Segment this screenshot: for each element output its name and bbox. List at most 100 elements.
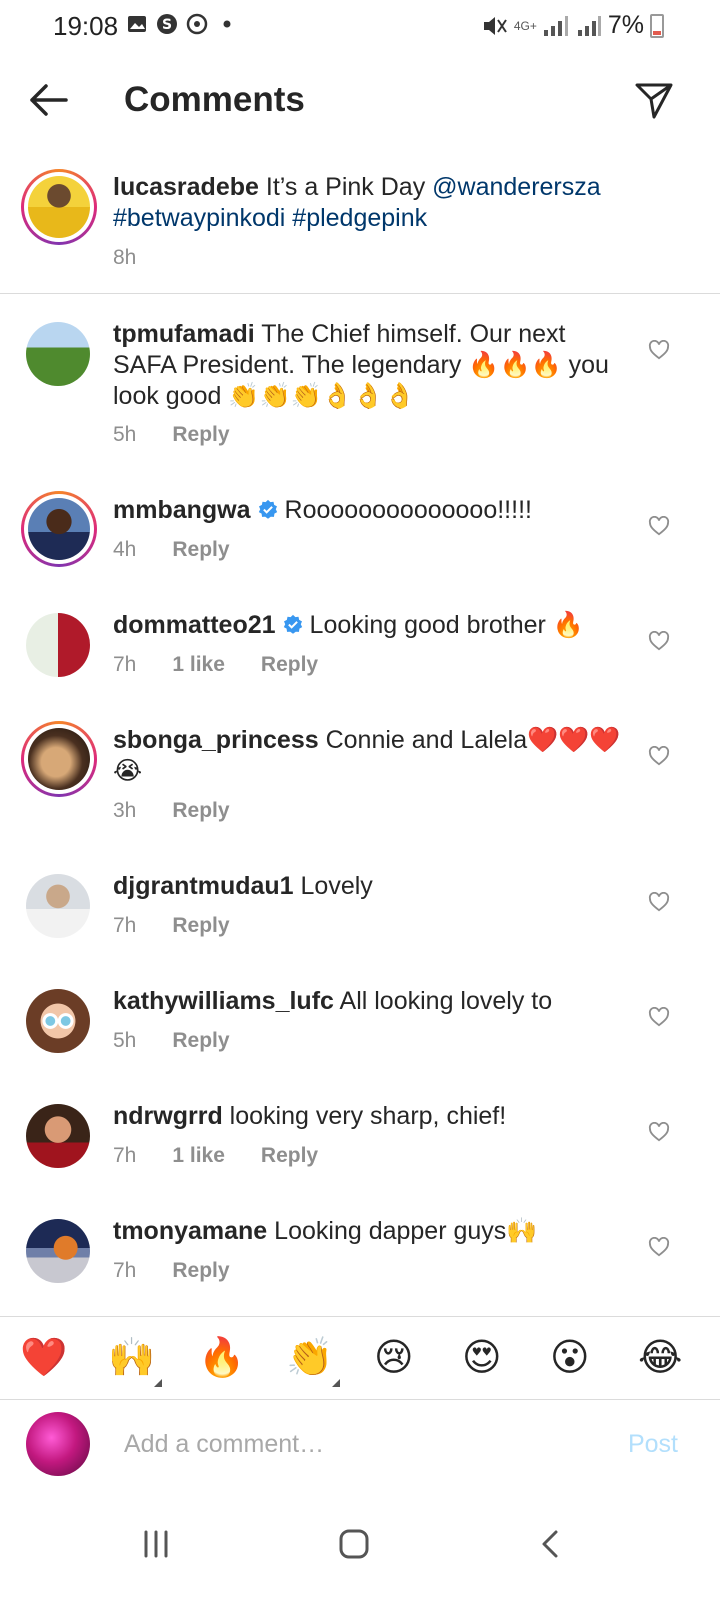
send-icon[interactable] — [634, 80, 674, 120]
comment-body: Lovely — [300, 872, 373, 900]
svg-text:S: S — [162, 17, 172, 33]
comment-avatar[interactable] — [21, 721, 97, 797]
comment-meta: 7h Reply — [113, 914, 230, 938]
like-heart-icon[interactable] — [648, 340, 670, 360]
like-heart-icon[interactable] — [648, 631, 670, 651]
reply-button[interactable]: Reply — [172, 423, 229, 447]
emoji-clap-button[interactable]: 👏 — [286, 1335, 333, 1381]
emoji-laugh-button[interactable]: 😂 — [638, 1335, 682, 1381]
comment-time: 5h — [113, 1029, 137, 1052]
comment-text: dommatteo21 Looking good brother 🔥 — [113, 610, 633, 641]
comment-time: 7h — [113, 914, 137, 937]
comment-item: mmbangwa Roooooooooooooo!!!!! 4h Reply — [0, 491, 720, 584]
comment-username[interactable]: djgrantmudau1 — [113, 872, 294, 900]
comment-meta: 7h 1 like Reply — [113, 1144, 318, 1168]
network-type: 4G+ — [513, 18, 537, 33]
comment-text: ndrwgrrd looking very sharp, chief! — [113, 1101, 633, 1132]
reply-button[interactable]: Reply — [172, 1259, 229, 1283]
emoji-heart-eyes-button[interactable]: 😍 — [462, 1335, 502, 1381]
like-heart-icon[interactable] — [648, 1007, 670, 1027]
caption-hashtags[interactable]: #betwaypinkodi #pledgepink — [113, 204, 427, 232]
dot-icon — [223, 20, 231, 28]
likes-count[interactable]: 1 like — [172, 653, 225, 677]
comment-username[interactable]: mmbangwa — [113, 496, 251, 524]
battery-percent: 7% — [607, 11, 644, 39]
status-bar: 19:08 S 4G+ 7% — [0, 0, 720, 56]
comment-body: All looking lovely to — [339, 987, 553, 1015]
emoji-raised-hands-button[interactable]: 🙌 — [108, 1335, 155, 1381]
comment-text: sbonga_princess Connie and Lalela❤️❤️❤️😭 — [113, 725, 633, 787]
comment-text: kathywilliams_lufc All looking lovely to — [113, 986, 633, 1017]
recent-apps-icon[interactable] — [136, 1524, 176, 1564]
s-app-icon: S — [157, 14, 177, 34]
home-icon[interactable] — [334, 1524, 374, 1564]
comment-avatar[interactable] — [26, 1104, 90, 1168]
comment-time: 7h — [113, 1144, 137, 1167]
comment-avatar[interactable] — [26, 613, 90, 677]
reply-button[interactable]: Reply — [172, 538, 229, 562]
comment-input[interactable] — [124, 1422, 594, 1466]
mute-icon — [483, 16, 507, 35]
comment-username[interactable]: sbonga_princess — [113, 726, 319, 754]
reply-button[interactable]: Reply — [261, 1144, 318, 1168]
post-button[interactable]: Post — [628, 1430, 678, 1459]
skin-tone-indicator — [154, 1379, 162, 1387]
like-heart-icon[interactable] — [648, 746, 670, 766]
comment-username[interactable]: dommatteo21 — [113, 611, 276, 639]
comment-username[interactable]: ndrwgrrd — [113, 1102, 223, 1130]
like-heart-icon[interactable] — [648, 1122, 670, 1142]
comment-meta: 5h Reply — [113, 423, 230, 447]
gallery-icon — [128, 16, 146, 32]
back-nav-icon[interactable] — [532, 1524, 572, 1564]
reply-button[interactable]: Reply — [261, 653, 318, 677]
comment-avatar[interactable] — [26, 322, 90, 386]
reply-button[interactable]: Reply — [172, 914, 229, 938]
sync-icon — [186, 13, 208, 35]
like-heart-icon[interactable] — [648, 516, 670, 536]
like-heart-icon[interactable] — [648, 892, 670, 912]
comment-username[interactable]: tmonyamane — [113, 1217, 267, 1245]
back-arrow-icon[interactable] — [26, 80, 70, 120]
comment-avatar[interactable] — [26, 874, 90, 938]
emoji-surprised-button[interactable]: 😮 — [550, 1335, 590, 1381]
comment-avatar[interactable] — [21, 491, 97, 567]
comment-username[interactable]: kathywilliams_lufc — [113, 987, 334, 1015]
comment-body: looking very sharp, chief! — [229, 1102, 507, 1130]
comment-meta: 7h Reply — [113, 1259, 230, 1283]
emoji-sad-button[interactable]: 😢 — [374, 1335, 414, 1381]
likes-count[interactable]: 1 like — [172, 1144, 225, 1168]
status-right: 4G+ 7% — [482, 11, 664, 40]
comment-item: tmonyamane Looking dapper guys🙌 7h Reply — [0, 1215, 720, 1305]
comment-text: tmonyamane Looking dapper guys🙌 — [113, 1216, 633, 1247]
emoji-fire-button[interactable]: 🔥 — [198, 1335, 245, 1381]
comment-body: Roooooooooooooo!!!!! — [284, 496, 532, 524]
like-heart-icon[interactable] — [648, 1237, 670, 1257]
comment-meta: 7h 1 like Reply — [113, 653, 318, 677]
caption-avatar[interactable] — [21, 169, 97, 245]
comment-item: djgrantmudau1 Lovely 7h Reply — [0, 870, 720, 960]
comment-body: Looking good brother 🔥 — [309, 611, 584, 639]
my-avatar — [26, 1412, 90, 1476]
comment-time: 3h — [113, 799, 137, 822]
comment-text: djgrantmudau1 Lovely — [113, 871, 633, 902]
comment-meta: 5h Reply — [113, 1029, 230, 1053]
battery-icon — [650, 13, 664, 38]
comment-avatar[interactable] — [26, 989, 90, 1053]
reply-button[interactable]: Reply — [172, 799, 229, 823]
comment-item: tpmufamadi The Chief himself. Our next S… — [0, 318, 720, 468]
comment-avatar[interactable] — [26, 1219, 90, 1283]
notification-icons: S — [126, 13, 238, 35]
emoji-heart-button[interactable]: ❤️ — [20, 1335, 67, 1381]
comment-text: mmbangwa Roooooooooooooo!!!!! — [113, 495, 633, 526]
caption-text: lucasradebe It’s a Pink Day @wanderersza… — [113, 172, 633, 234]
signal-icon-2 — [577, 15, 601, 36]
status-time: 19:08 — [53, 11, 119, 41]
comment-text: tpmufamadi The Chief himself. Our next S… — [113, 319, 633, 412]
caption-body: It’s a Pink Day — [265, 173, 426, 201]
caption-username[interactable]: lucasradebe — [113, 173, 259, 201]
verified-badge-icon — [283, 614, 302, 634]
comment-username[interactable]: tpmufamadi — [113, 320, 255, 348]
comment-item: sbonga_princess Connie and Lalela❤️❤️❤️😭… — [0, 721, 720, 844]
caption-mention[interactable]: @wanderersza — [432, 173, 601, 201]
reply-button[interactable]: Reply — [172, 1029, 229, 1053]
